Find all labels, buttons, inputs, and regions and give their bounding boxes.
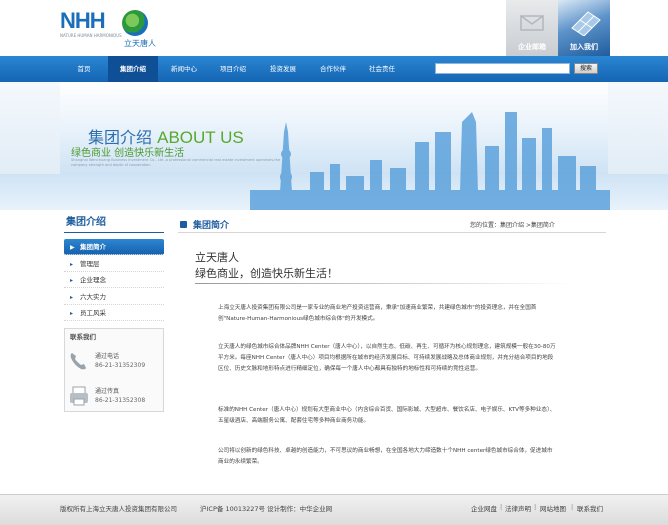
footer-link-netdisk[interactable]: 企业网盘: [471, 503, 497, 513]
icp-designer: 沪ICP备 10013227号 设计制作：中华企业网: [200, 505, 333, 513]
logo-chinese-name: 立天唐人: [124, 39, 156, 48]
headline-company: 立天唐人: [195, 251, 239, 264]
footer-separator: |: [500, 503, 503, 511]
sidebar-item-label: 管理层: [80, 260, 100, 268]
sidebar-item-management[interactable]: ▸ 管理层: [64, 256, 164, 272]
footer-separator: |: [534, 503, 537, 511]
sidebar-item-philosophy[interactable]: ▸ 企业理念: [64, 272, 164, 288]
footer-link-legal[interactable]: 法律声明: [505, 503, 531, 513]
arrow-icon: ▸: [70, 310, 74, 317]
phone-label: 通过电话: [95, 353, 120, 360]
section-bullet-icon: [180, 221, 187, 228]
arrow-icon: ▶: [70, 244, 75, 251]
paragraph-facilities: 标准的NHH Center（唐人中心）规划有大型商业中心（内含综合百货、国际影城…: [218, 407, 556, 424]
headline-divider: [195, 283, 575, 284]
fax-icon: [70, 386, 88, 406]
banner-small-text: Shanghai Wenchuang Business Investment C…: [71, 158, 281, 167]
contact-title: 联系我们: [70, 333, 96, 341]
arrow-icon: ▸: [70, 277, 74, 284]
sidebar-item-label: 集团简介: [80, 243, 106, 251]
logo[interactable]: NHH NATURE HUMAN HARMONIOUS 立天唐人: [60, 8, 160, 50]
city-skyline-image: [250, 112, 610, 210]
paragraph-brand: 立天唐人的绿色城市综合体品牌NHH Center（唐人中心），以自然生态、低碳、…: [218, 344, 556, 372]
join-us-link[interactable]: 加入我们: [558, 0, 610, 56]
sidebar-item-label: 六大实力: [80, 293, 106, 301]
section-title: 集团简介: [193, 221, 230, 231]
paragraph-vision: 公司将以创新的绿色科技、卓越的创造能力，不可思议的商业畅想，在全国各地大力缔造数…: [218, 448, 553, 465]
footer-separator: |: [571, 503, 574, 511]
copyright: 版权所有上海立天唐人投资集团有限公司: [60, 505, 177, 513]
sidebar-item-label: 员工风采: [80, 309, 106, 317]
nav-investment[interactable]: 投资发展: [260, 56, 306, 82]
breadcrumb: 您的位置：集团介绍 >集团简介: [470, 222, 555, 229]
mail-label: 企业邮箱: [518, 43, 546, 51]
join-label: 加入我们: [570, 43, 598, 51]
enterprise-mail-link[interactable]: 企业邮箱: [506, 0, 558, 56]
nav-news[interactable]: 新闻中心: [162, 56, 206, 82]
search-input[interactable]: [435, 63, 570, 74]
nav-projects[interactable]: 项目介绍: [211, 56, 255, 82]
logo-mark: NHH: [60, 8, 106, 33]
phone-icon: [70, 353, 86, 370]
fax-value: 86-21-31352308: [95, 397, 146, 404]
nav-about[interactable]: 集团介绍: [108, 56, 158, 82]
sidebar-item-strengths[interactable]: ▸ 六大实力: [64, 289, 164, 305]
arrow-icon: ▸: [70, 294, 74, 301]
sidebar-item-overview[interactable]: ▶ 集团简介: [64, 239, 164, 255]
nav-partners[interactable]: 合作伙伴: [311, 56, 355, 82]
nav-social-responsibility[interactable]: 社会责任: [360, 56, 404, 82]
sidebar-title: 集团介绍: [64, 215, 164, 233]
nav-home[interactable]: 首页: [65, 56, 103, 82]
footer-link-sitemap[interactable]: 网站地图: [540, 503, 566, 513]
sidebar-item-label: 企业理念: [80, 276, 106, 284]
banner-slogan: 绿色商业 创造快乐新生活: [71, 148, 185, 159]
mail-icon: [520, 15, 544, 31]
logo-subtitle: NATURE HUMAN HARMONIOUS: [60, 33, 122, 38]
paragraph-intro: 上海立天唐人投资集团有限公司是一家专业的商业地产投资运营商，秉承"加速商业繁荣，…: [218, 305, 537, 322]
solar-panel-icon: [571, 11, 601, 36]
sidebar-item-staff[interactable]: ▸ 员工风采: [64, 305, 164, 321]
fax-label: 通过传真: [95, 388, 120, 395]
arrow-icon: ▸: [70, 261, 74, 268]
logo-swirl-icon: [122, 10, 148, 36]
phone-value: 86-21-31352309: [95, 362, 146, 369]
footer-link-contact[interactable]: 联系我们: [577, 503, 603, 513]
headline-slogan: 绿色商业，创造快乐新生活！: [195, 267, 338, 280]
search-button[interactable]: 搜索: [574, 63, 598, 74]
